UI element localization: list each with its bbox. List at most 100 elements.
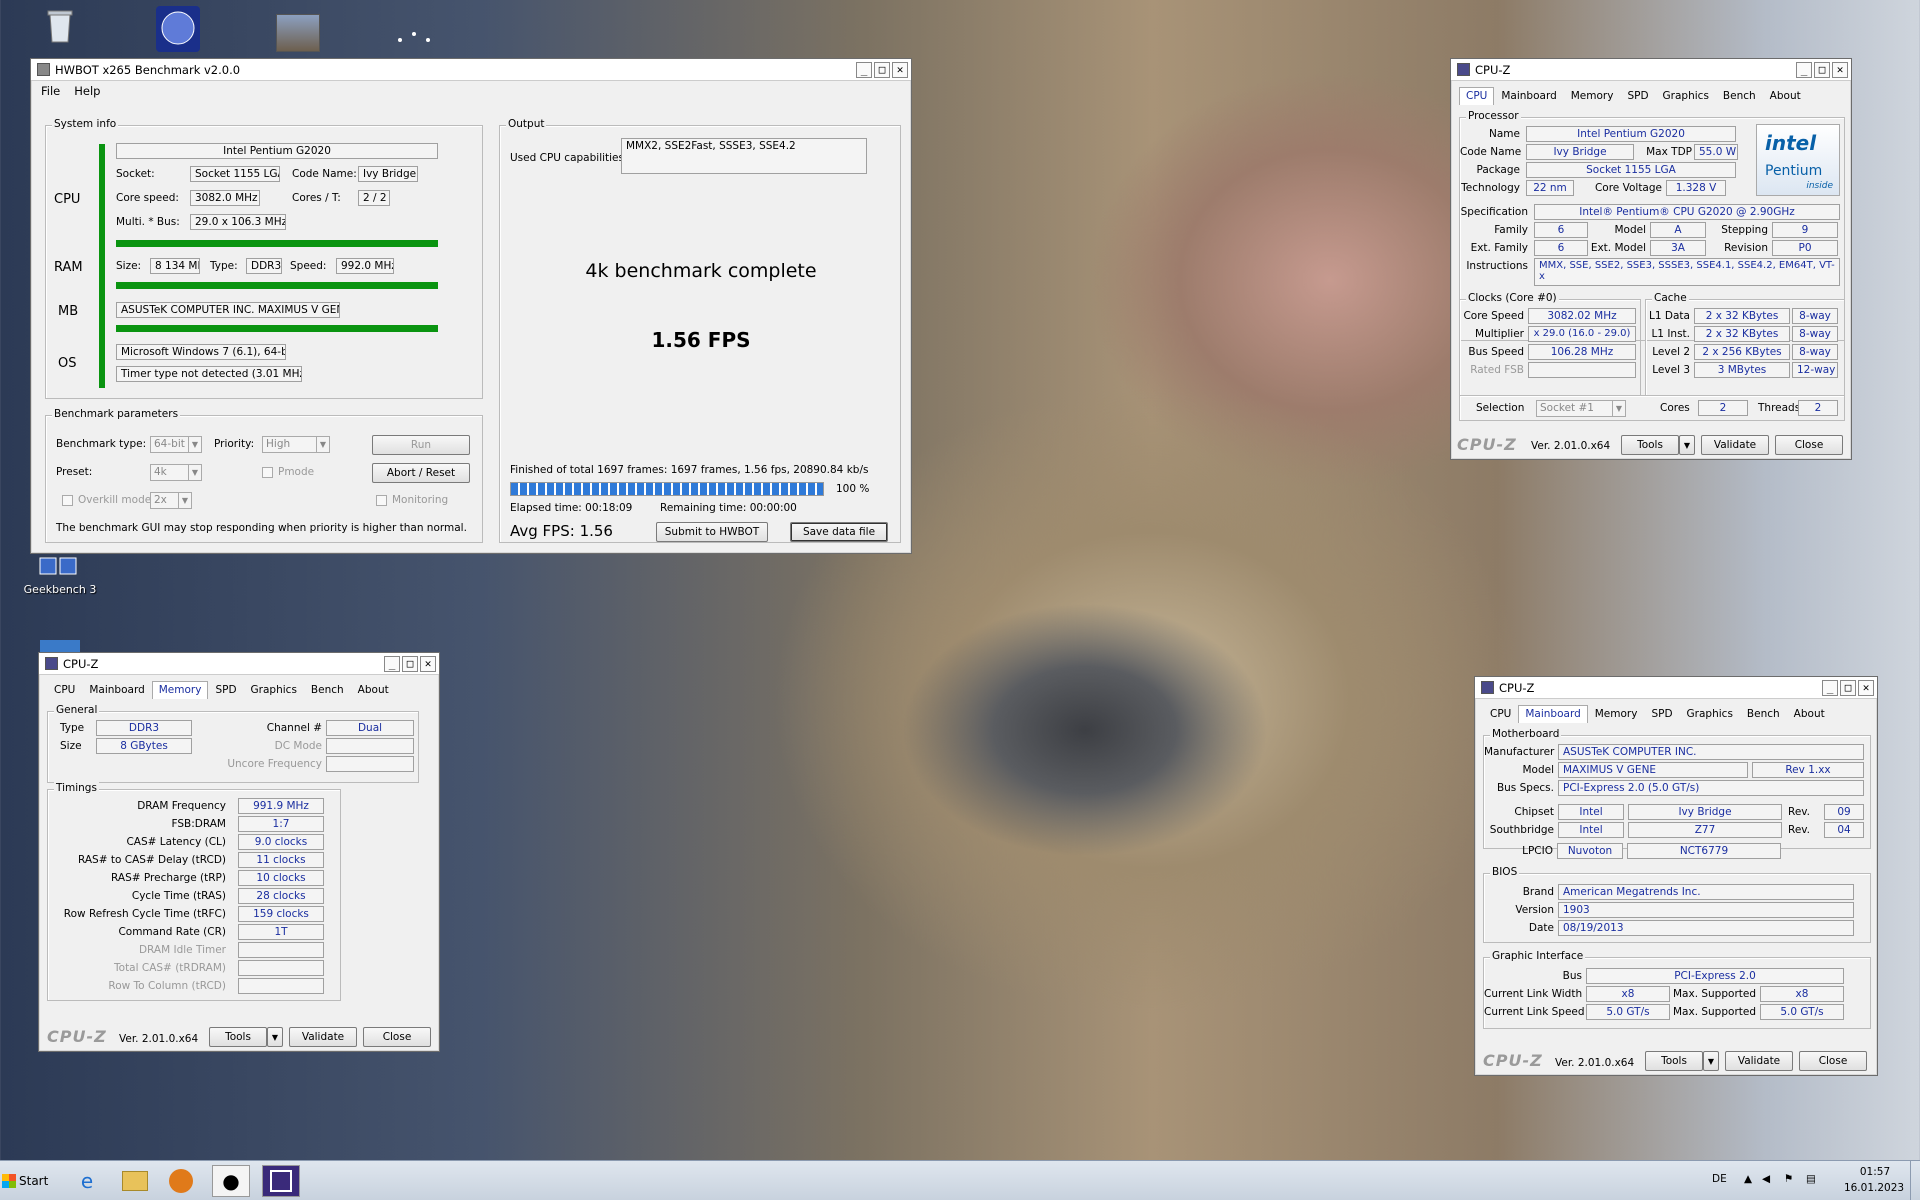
recycle-bin-icon[interactable] bbox=[40, 6, 80, 46]
validate-button[interactable]: Validate bbox=[1701, 435, 1769, 455]
tab-spd[interactable]: SPD bbox=[1644, 705, 1679, 723]
minimize-button[interactable]: _ bbox=[1822, 679, 1838, 696]
inside-logo-text: inside bbox=[1806, 181, 1833, 191]
tab-bench[interactable]: Bench bbox=[1740, 705, 1787, 723]
close-window-button[interactable]: ✕ bbox=[420, 655, 436, 672]
minimize-button[interactable]: _ bbox=[384, 655, 400, 672]
tray-chevron-icon[interactable]: ▲ bbox=[1744, 1173, 1752, 1185]
link-width-label: Current Link Width bbox=[1484, 988, 1583, 1000]
minimize-button[interactable]: _ bbox=[856, 61, 872, 78]
overkill-select[interactable]: 2x ▼ bbox=[150, 492, 192, 509]
tab-memory[interactable]: Memory bbox=[1564, 87, 1621, 105]
cpuz-logo: CPU-Z bbox=[47, 1027, 107, 1046]
clock-date[interactable]: 16.01.2023 bbox=[1838, 1182, 1910, 1194]
menu-help[interactable]: Help bbox=[74, 84, 100, 98]
tab-about[interactable]: About bbox=[351, 681, 396, 699]
media-player-icon[interactable] bbox=[162, 1165, 200, 1197]
motherboard-legend: Motherboard bbox=[1490, 728, 1562, 740]
tab-memory[interactable]: Memory bbox=[151, 681, 209, 699]
tab-cpu[interactable]: CPU bbox=[1483, 705, 1518, 723]
cpuz-tabbar: CPU Mainboard Memory SPD Graphics Bench About bbox=[1483, 705, 1832, 723]
socket-select[interactable]: Socket #1 ▼ bbox=[1536, 400, 1626, 417]
tab-bench[interactable]: Bench bbox=[1716, 87, 1763, 105]
tools-button[interactable]: Tools bbox=[1621, 435, 1679, 455]
codename-field: Ivy Bridge bbox=[358, 166, 418, 182]
submit-hwbot-button[interactable]: Submit to HWBOT bbox=[656, 522, 768, 542]
validate-button[interactable]: Validate bbox=[1725, 1051, 1793, 1071]
picture-shortcut-icon[interactable] bbox=[276, 14, 320, 52]
hwbot-window: HWBOT x265 Benchmark v2.0.0 _ □ ✕ File Hel… bbox=[30, 58, 912, 554]
close-window-button[interactable]: ✕ bbox=[1832, 61, 1848, 78]
tab-mainboard[interactable]: Mainboard bbox=[82, 681, 151, 699]
tools-dropdown-button[interactable]: ▼ bbox=[1703, 1051, 1719, 1071]
tab-spd[interactable]: SPD bbox=[208, 681, 243, 699]
close-window-button[interactable]: ✕ bbox=[1858, 679, 1874, 696]
tab-bench[interactable]: Bench bbox=[304, 681, 351, 699]
core-voltage-label: Core Voltage bbox=[1594, 182, 1662, 194]
priority-select[interactable]: High ▼ bbox=[262, 436, 330, 453]
tools-button[interactable]: Tools bbox=[209, 1027, 267, 1047]
network-icon[interactable]: ▤ bbox=[1806, 1173, 1816, 1185]
cpuz-version: Ver. 2.01.0.x64 bbox=[1555, 1057, 1635, 1069]
network-shortcut-icon[interactable] bbox=[394, 20, 434, 52]
maximize-button[interactable]: □ bbox=[874, 61, 890, 78]
pmode-checkbox[interactable] bbox=[262, 467, 273, 478]
geekbench-icon[interactable] bbox=[38, 552, 82, 580]
timing-value: 9.0 clocks bbox=[238, 834, 324, 850]
tab-about[interactable]: About bbox=[1787, 705, 1832, 723]
file-explorer-icon[interactable] bbox=[116, 1165, 154, 1197]
run-button[interactable]: Run bbox=[372, 435, 470, 455]
cpu-caps-field: MMX2, SSE2Fast, SSSE3, SSE4.2 bbox=[621, 138, 867, 174]
menu-file[interactable]: File bbox=[41, 84, 60, 98]
close-button[interactable]: Close bbox=[363, 1027, 431, 1047]
tab-graphics[interactable]: Graphics bbox=[1680, 705, 1740, 723]
tab-cpu[interactable]: CPU bbox=[1459, 87, 1495, 105]
clock-time[interactable]: 01:57 bbox=[1850, 1166, 1900, 1178]
cpu-section-label: CPU bbox=[54, 192, 81, 207]
cpuz-titlebar[interactable]: CPU-Z _ □ ✕ bbox=[1451, 59, 1851, 81]
tools-dropdown-button[interactable]: ▼ bbox=[267, 1027, 283, 1047]
manufacturer-field: ASUSTeK COMPUTER INC. bbox=[1558, 744, 1864, 760]
tab-graphics[interactable]: Graphics bbox=[244, 681, 304, 699]
save-data-file-button[interactable]: Save data file bbox=[790, 522, 888, 542]
tab-mainboard[interactable]: Mainboard bbox=[1494, 87, 1563, 105]
mb-field: ASUSTeK COMPUTER INC. MAXIMUS V GENE bbox=[116, 302, 340, 318]
socket-label: Socket: bbox=[116, 168, 155, 180]
hwbot-titlebar[interactable]: HWBOT x265 Benchmark v2.0.0 _ □ ✕ bbox=[31, 59, 911, 81]
close-button[interactable]: Close bbox=[1799, 1051, 1867, 1071]
tab-mainboard[interactable]: Mainboard bbox=[1518, 705, 1588, 723]
tab-about[interactable]: About bbox=[1763, 87, 1808, 105]
tab-graphics[interactable]: Graphics bbox=[1656, 87, 1716, 105]
cpuz-titlebar[interactable]: CPU-Z _ □ ✕ bbox=[39, 653, 439, 675]
preset-select[interactable]: 4k ▼ bbox=[150, 464, 202, 481]
maximize-button[interactable]: □ bbox=[1814, 61, 1830, 78]
close-button[interactable]: Close bbox=[1775, 435, 1843, 455]
selection-row: Selection Socket #1 ▼ Cores 2 Threads 2 bbox=[1459, 395, 1845, 421]
abort-reset-button[interactable]: Abort / Reset bbox=[372, 463, 470, 483]
monitoring-checkbox[interactable] bbox=[376, 495, 387, 506]
tab-memory[interactable]: Memory bbox=[1588, 705, 1645, 723]
validate-button[interactable]: Validate bbox=[289, 1027, 357, 1047]
chevron-down-icon: ▼ bbox=[1683, 441, 1691, 450]
cpuz-taskbar-icon[interactable] bbox=[262, 1165, 300, 1197]
tools-button[interactable]: Tools bbox=[1645, 1051, 1703, 1071]
flag-icon[interactable]: ⚑ bbox=[1784, 1173, 1793, 1185]
language-indicator[interactable]: DE bbox=[1712, 1173, 1727, 1185]
minimize-button[interactable]: _ bbox=[1796, 61, 1812, 78]
tab-cpu[interactable]: CPU bbox=[47, 681, 82, 699]
internet-explorer-icon[interactable]: e bbox=[68, 1165, 106, 1197]
close-window-button[interactable]: ✕ bbox=[892, 61, 908, 78]
geekbench-label[interactable]: Geekbench 3 bbox=[20, 583, 100, 596]
tools-dropdown-button[interactable]: ▼ bbox=[1679, 435, 1695, 455]
tab-spd[interactable]: SPD bbox=[1620, 87, 1655, 105]
start-button[interactable]: Start bbox=[2, 1167, 52, 1195]
volume-icon[interactable]: ◀ bbox=[1762, 1173, 1770, 1185]
maximize-button[interactable]: □ bbox=[1840, 679, 1856, 696]
app-shortcut-icon[interactable] bbox=[156, 6, 200, 52]
show-desktop-button[interactable] bbox=[1910, 1161, 1920, 1200]
maximize-button[interactable]: □ bbox=[402, 655, 418, 672]
benchmark-type-select[interactable]: 64-bit ▼ bbox=[150, 436, 202, 453]
cpuz-titlebar[interactable]: CPU-Z _ □ ✕ bbox=[1475, 677, 1877, 699]
hwbot-taskbar-icon[interactable]: ● bbox=[212, 1165, 250, 1197]
overkill-checkbox[interactable] bbox=[62, 495, 73, 506]
